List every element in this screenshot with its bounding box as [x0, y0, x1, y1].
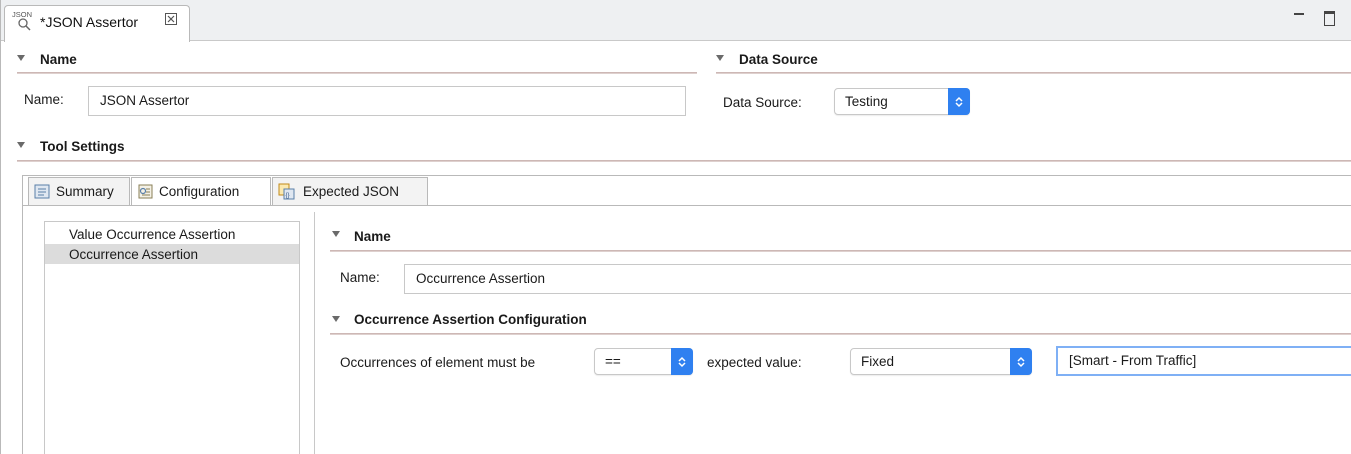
collapse-assertion-name-icon[interactable] — [332, 231, 340, 237]
assertion-name-label: Name: — [340, 270, 380, 285]
editor-tab-title: *JSON Assertor — [40, 14, 139, 30]
summary-icon — [34, 183, 51, 200]
collapse-name-icon[interactable] — [17, 55, 25, 61]
assertion-config-title: Occurrence Assertion Configuration — [354, 312, 587, 327]
svg-text:JSON: JSON — [12, 10, 32, 19]
select-arrows-icon — [1010, 348, 1032, 375]
configuration-icon — [137, 183, 154, 200]
data-source-section-title: Data Source — [739, 52, 818, 67]
assertion-name-divider — [330, 250, 1351, 252]
editor-frame-left — [0, 0, 1, 454]
tab-expected-json[interactable]: {} Expected JSON — [272, 177, 428, 205]
operator-select[interactable]: == — [594, 348, 693, 375]
data-source-section-divider — [716, 72, 1351, 74]
select-arrows-icon — [671, 348, 693, 375]
list-item[interactable]: Value Occurrence Assertion — [45, 224, 299, 244]
tab-summary[interactable]: Summary — [28, 177, 130, 205]
name-field[interactable]: JSON Assertor — [88, 86, 686, 116]
tab-configuration[interactable]: Configuration — [131, 177, 271, 205]
data-source-label: Data Source: — [723, 95, 802, 110]
tab-summary-label: Summary — [56, 184, 114, 199]
minimize-icon[interactable] — [1294, 13, 1304, 15]
name-section-divider — [17, 72, 697, 74]
collapse-assertion-config-icon[interactable] — [332, 316, 340, 322]
expected-json-icon: {} — [278, 183, 295, 200]
tab-content-separator — [22, 205, 1351, 206]
svg-text:{}: {} — [286, 193, 290, 199]
list-item-selected[interactable]: Occurrence Assertion — [45, 244, 299, 264]
tool-settings-title: Tool Settings — [40, 139, 125, 154]
expected-mode-select[interactable]: Fixed — [850, 348, 1032, 375]
editor-tab-bar — [0, 0, 1351, 41]
tab-configuration-label: Configuration — [159, 184, 240, 199]
occurrences-label: Occurrences of element must be — [340, 355, 536, 370]
expected-value-label: expected value: — [707, 355, 802, 370]
data-source-select[interactable]: Testing — [834, 88, 970, 115]
expected-value-field[interactable]: [Smart - From Traffic] — [1056, 346, 1351, 376]
json-assertor-icon: JSON — [12, 9, 34, 31]
operator-value: == — [605, 354, 621, 369]
assertion-name-title: Name — [354, 229, 391, 244]
name-section-title: Name — [40, 52, 77, 67]
data-source-value: Testing — [845, 94, 888, 109]
tool-settings-divider — [17, 160, 1351, 162]
name-label: Name: — [24, 92, 64, 107]
assertion-config-divider — [330, 333, 1351, 335]
detail-panel-border — [314, 212, 315, 454]
expected-mode-value: Fixed — [861, 354, 895, 369]
tab-expected-json-label: Expected JSON — [303, 184, 400, 199]
close-tab-icon[interactable] — [164, 12, 178, 29]
assertion-name-field[interactable]: Occurrence Assertion — [404, 264, 1351, 294]
collapse-data-source-icon[interactable] — [716, 55, 724, 61]
collapse-tool-settings-icon[interactable] — [17, 142, 25, 148]
select-arrows-icon — [948, 88, 970, 115]
maximize-icon[interactable] — [1324, 11, 1335, 26]
